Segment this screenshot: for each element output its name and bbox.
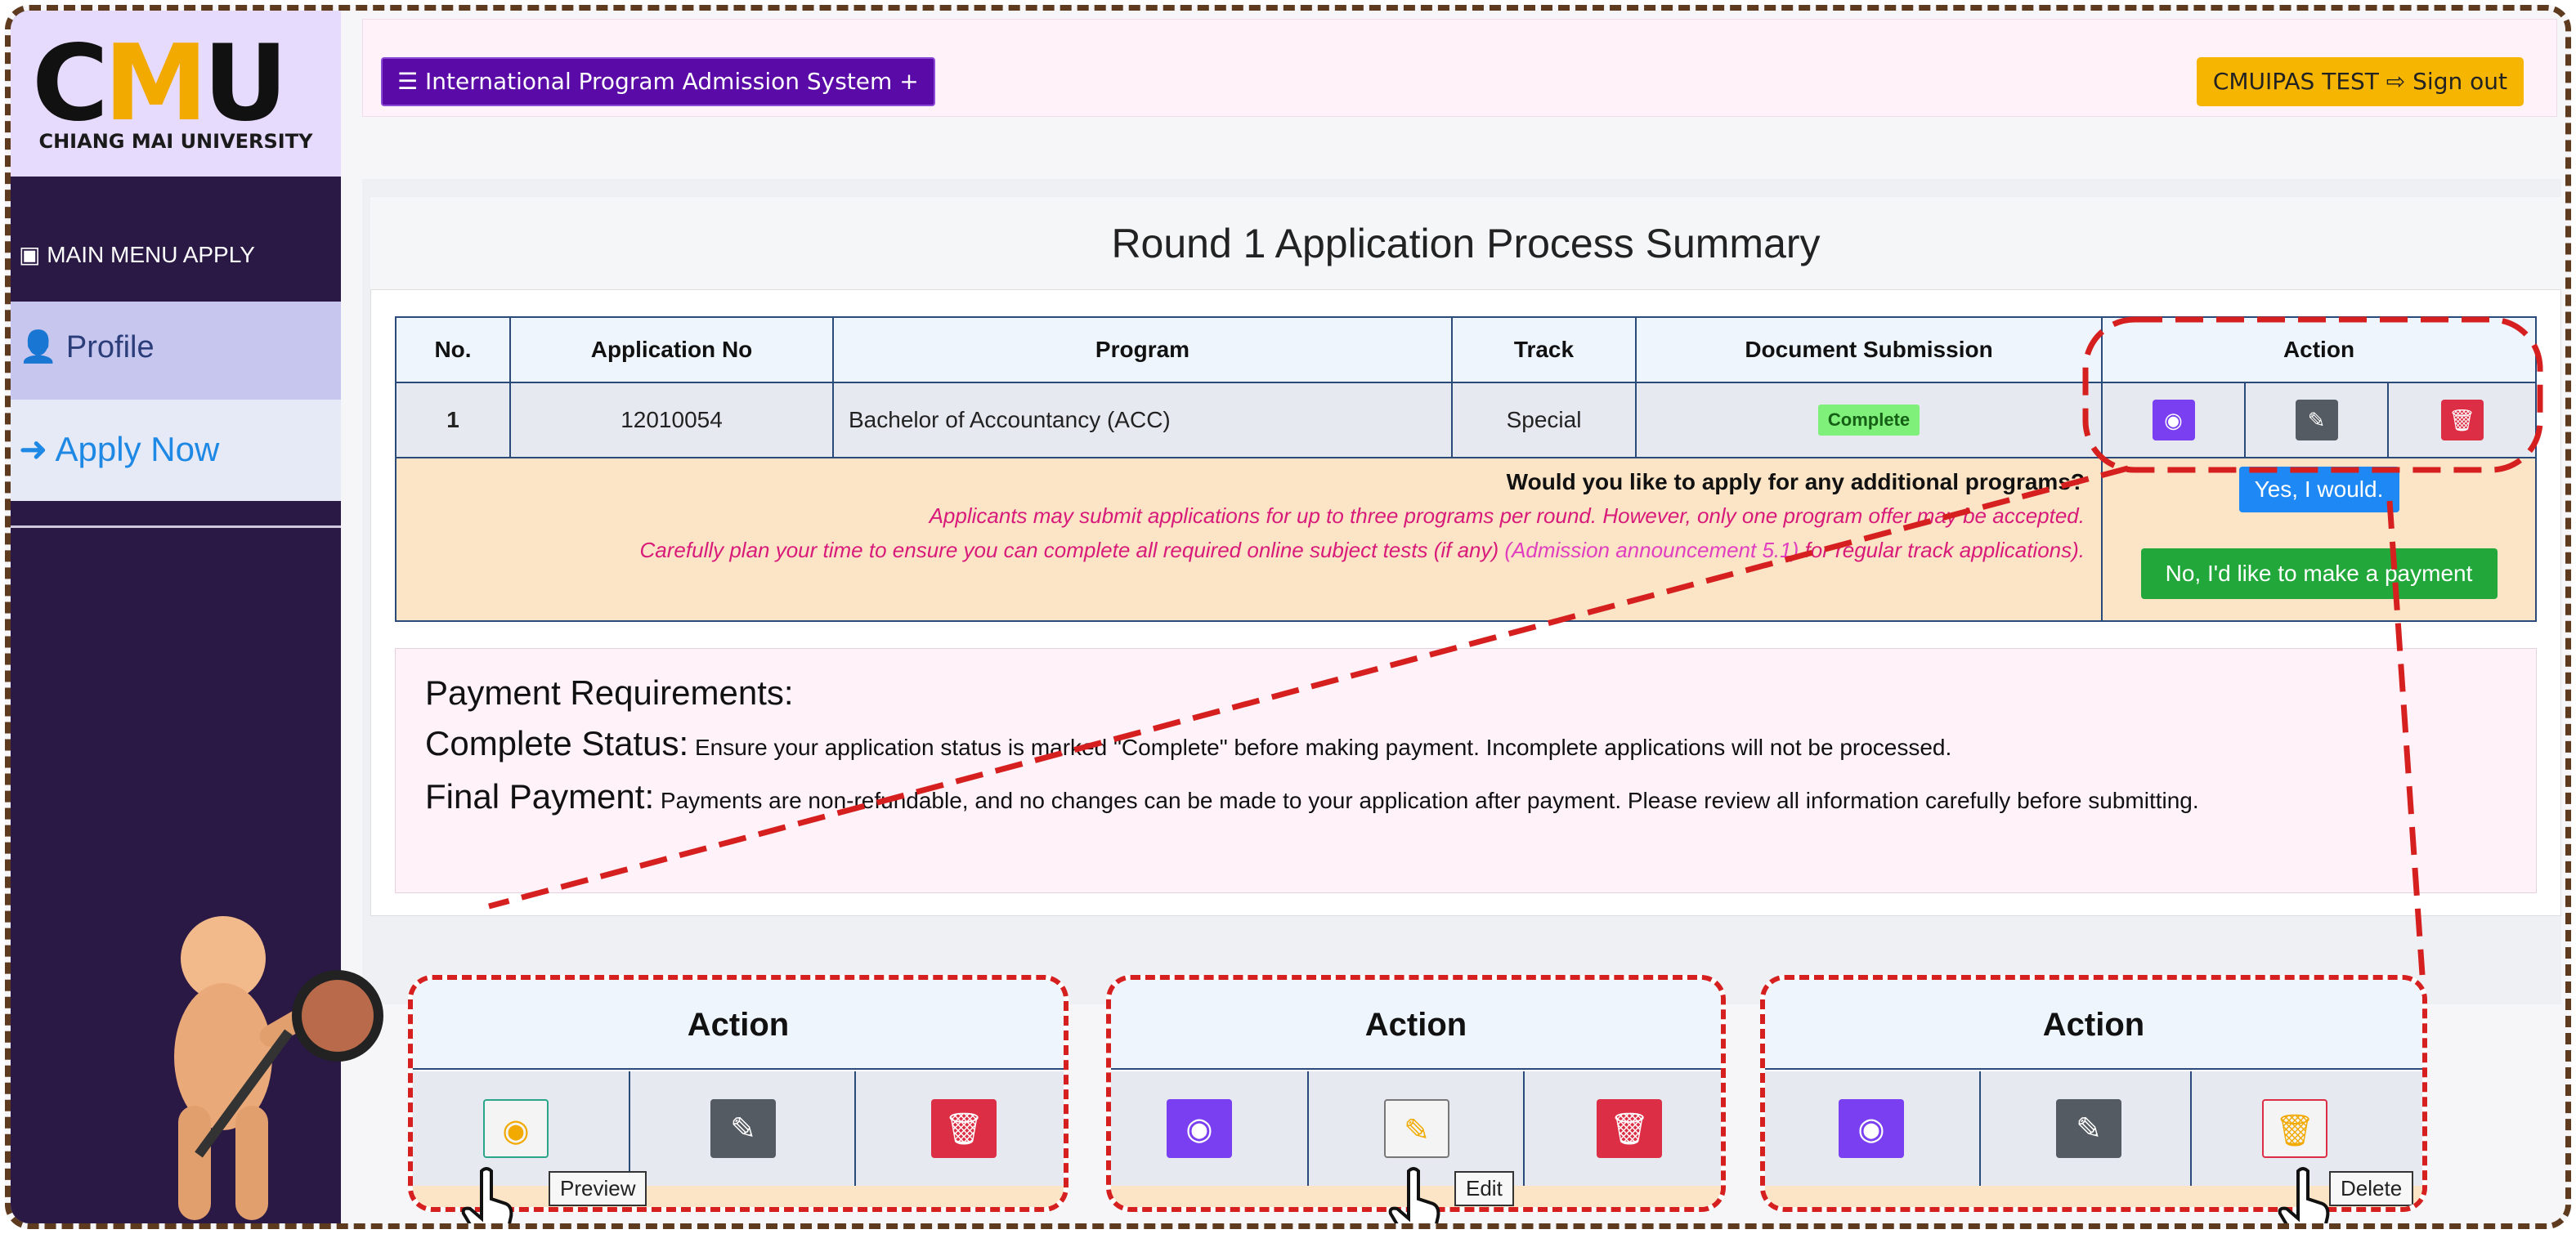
pointer-hand-icon bbox=[461, 1167, 513, 1223]
connector-line bbox=[2386, 500, 2426, 976]
mascot-magnifier-illustration bbox=[174, 916, 383, 1220]
connector-line bbox=[488, 465, 2129, 910]
action-highlight bbox=[2082, 316, 2543, 473]
screenshot-frame: CMU CHIANG MAI UNIVERSITY ▣ MAIN MENU AP… bbox=[5, 5, 2571, 1229]
pointer-hand-icon bbox=[1388, 1167, 1440, 1223]
pointer-hand-icon bbox=[2278, 1167, 2330, 1223]
